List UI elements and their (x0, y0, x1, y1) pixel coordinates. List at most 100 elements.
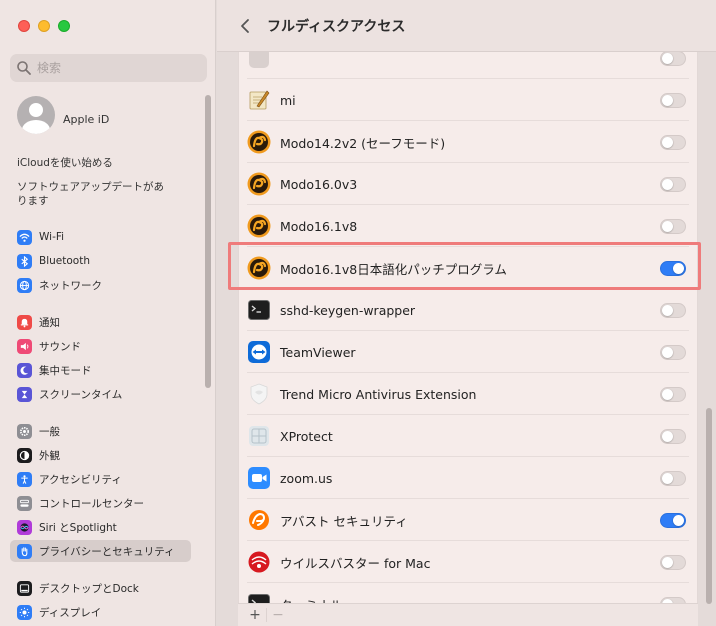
toggle-knob (662, 388, 673, 400)
sidebar-scrollbar[interactable] (205, 95, 211, 388)
sidebar-item-dock[interactable]: デスクトップとDock (10, 577, 191, 599)
mi-icon (247, 88, 271, 112)
app-row: Modo16.1v8日本語化パッチプログラム (239, 247, 697, 289)
accessibility-icon (17, 471, 32, 487)
modo-icon (247, 172, 271, 196)
apple-id-label: Apple iD (63, 112, 110, 126)
access-toggle[interactable] (660, 344, 686, 360)
sidebar-item-moon[interactable]: 集中モード (10, 359, 191, 381)
xprotect-icon (247, 424, 271, 448)
add-button[interactable]: + (244, 607, 266, 623)
sidebar-item-siri[interactable]: Siri とSpotlight (10, 516, 191, 538)
list-footer: + − (238, 603, 698, 626)
trendmicro-icon (247, 382, 271, 406)
sidebar-item-wifi[interactable]: Wi-Fi (10, 226, 191, 248)
modo-icon (247, 214, 271, 238)
virusbuster-icon (247, 550, 271, 574)
sidebar-item-gear[interactable]: 一般 (10, 420, 191, 442)
access-toggle[interactable] (660, 512, 686, 528)
sidebar-item-hand[interactable]: プライバシーとセキュリティ (10, 540, 191, 562)
page-title: フルディスクアクセス (267, 18, 406, 35)
gear-icon (17, 423, 32, 439)
sidebar-item-label: Wi-Fi (39, 231, 65, 243)
toggle-knob (662, 220, 673, 232)
sidebar-item-label: 外観 (39, 449, 60, 462)
avatar (17, 96, 55, 134)
sidebar-item-bluetooth[interactable]: Bluetooth (10, 250, 191, 272)
sidebar-item-sun[interactable]: ディスプレイ (10, 601, 191, 623)
app-name: zoom.us (280, 470, 333, 486)
avast-icon (247, 508, 271, 532)
app-name: Modo16.1v8 (280, 218, 358, 234)
access-toggle[interactable] (660, 470, 686, 486)
window-controls (18, 20, 70, 32)
software-update-link[interactable]: ソフトウェアアップデートがあります (17, 180, 167, 208)
access-toggle[interactable] (660, 218, 686, 234)
access-toggle[interactable] (660, 386, 686, 402)
access-toggle[interactable] (660, 92, 686, 108)
app-row: sshd-keygen-wrapper (239, 289, 697, 331)
app-row: Trend Micro Antivirus Extension (239, 373, 697, 415)
sidebar-item-control-center[interactable]: コントロールセンター (10, 492, 191, 514)
access-toggle[interactable] (660, 176, 686, 192)
sidebar-item-label: デスクトップとDock (39, 582, 139, 595)
title-bar: フルディスクアクセス (217, 0, 716, 52)
sidebar-item-label: プライバシーとセキュリティ (39, 545, 175, 558)
sidebar-item-label: サウンド (39, 340, 81, 353)
zoom-icon (247, 466, 271, 490)
app-row: ウイルスバスター for Mac (239, 541, 697, 583)
sidebar-item-accessibility[interactable]: アクセシビリティ (10, 468, 191, 490)
sidebar-item-hourglass[interactable]: スクリーンタイム (10, 383, 191, 405)
toggle-knob (662, 430, 673, 442)
app-name: TeamViewer (280, 344, 356, 360)
sun-icon (17, 604, 32, 620)
sidebar-item-label: アクセシビリティ (39, 473, 122, 486)
sidebar-item-globe[interactable]: ネットワーク (10, 274, 191, 296)
siri-icon (17, 519, 32, 535)
app-name: アバスト セキュリティ (280, 513, 408, 529)
sidebar-item-speaker[interactable]: サウンド (10, 335, 191, 357)
access-toggle[interactable] (660, 302, 686, 318)
minimize-window-button[interactable] (38, 20, 50, 32)
toggle-knob (673, 514, 684, 526)
app-name: XProtect (280, 428, 333, 444)
access-toggle[interactable] (660, 554, 686, 570)
modo-icon (247, 130, 271, 154)
toggle-knob (662, 556, 673, 568)
app-list: mi Modo14.2v2 (セーフモード) Modo16.0v3 Modo16.1v… (238, 52, 698, 626)
zoom-window-button[interactable] (58, 20, 70, 32)
sidebar-item-label: 集中モード (39, 364, 92, 377)
dock-icon (17, 580, 32, 596)
search-field[interactable] (10, 54, 207, 82)
icloud-setup-link[interactable]: iCloudを使い始める (17, 156, 113, 170)
sidebar-item-bell[interactable]: 通知 (10, 311, 191, 333)
access-toggle[interactable] (660, 260, 686, 276)
list-scrollbar[interactable] (706, 408, 712, 604)
close-window-button[interactable] (18, 20, 30, 32)
sidebar-item-label: 一般 (39, 425, 60, 438)
toggle-knob (673, 262, 684, 274)
apple-id-item[interactable]: Apple iD (17, 96, 109, 134)
speaker-icon (17, 338, 32, 354)
access-toggle[interactable] (660, 52, 686, 66)
toggle-knob (662, 136, 673, 148)
toggle-knob (662, 304, 673, 316)
terminal-icon (247, 298, 271, 322)
app-row: mi (239, 79, 697, 121)
access-toggle[interactable] (660, 134, 686, 150)
sidebar-item-appearance[interactable]: 外観 (10, 444, 191, 466)
search-input[interactable] (37, 61, 197, 75)
app-row: アバスト セキュリティ (239, 499, 697, 541)
app-row: XProtect (239, 415, 697, 457)
sidebar-item-label: コントロールセンター (39, 497, 144, 510)
access-toggle[interactable] (660, 428, 686, 444)
sidebar-item-label: ネットワーク (39, 279, 102, 292)
back-button[interactable] (235, 16, 255, 36)
remove-button[interactable]: − (267, 607, 289, 623)
app-row: Modo16.0v3 (239, 163, 697, 205)
hand-icon (17, 543, 32, 559)
app-name: Trend Micro Antivirus Extension (280, 386, 477, 402)
app-name: mi (280, 92, 296, 108)
moon-icon (17, 362, 32, 378)
toggle-knob (662, 52, 673, 64)
